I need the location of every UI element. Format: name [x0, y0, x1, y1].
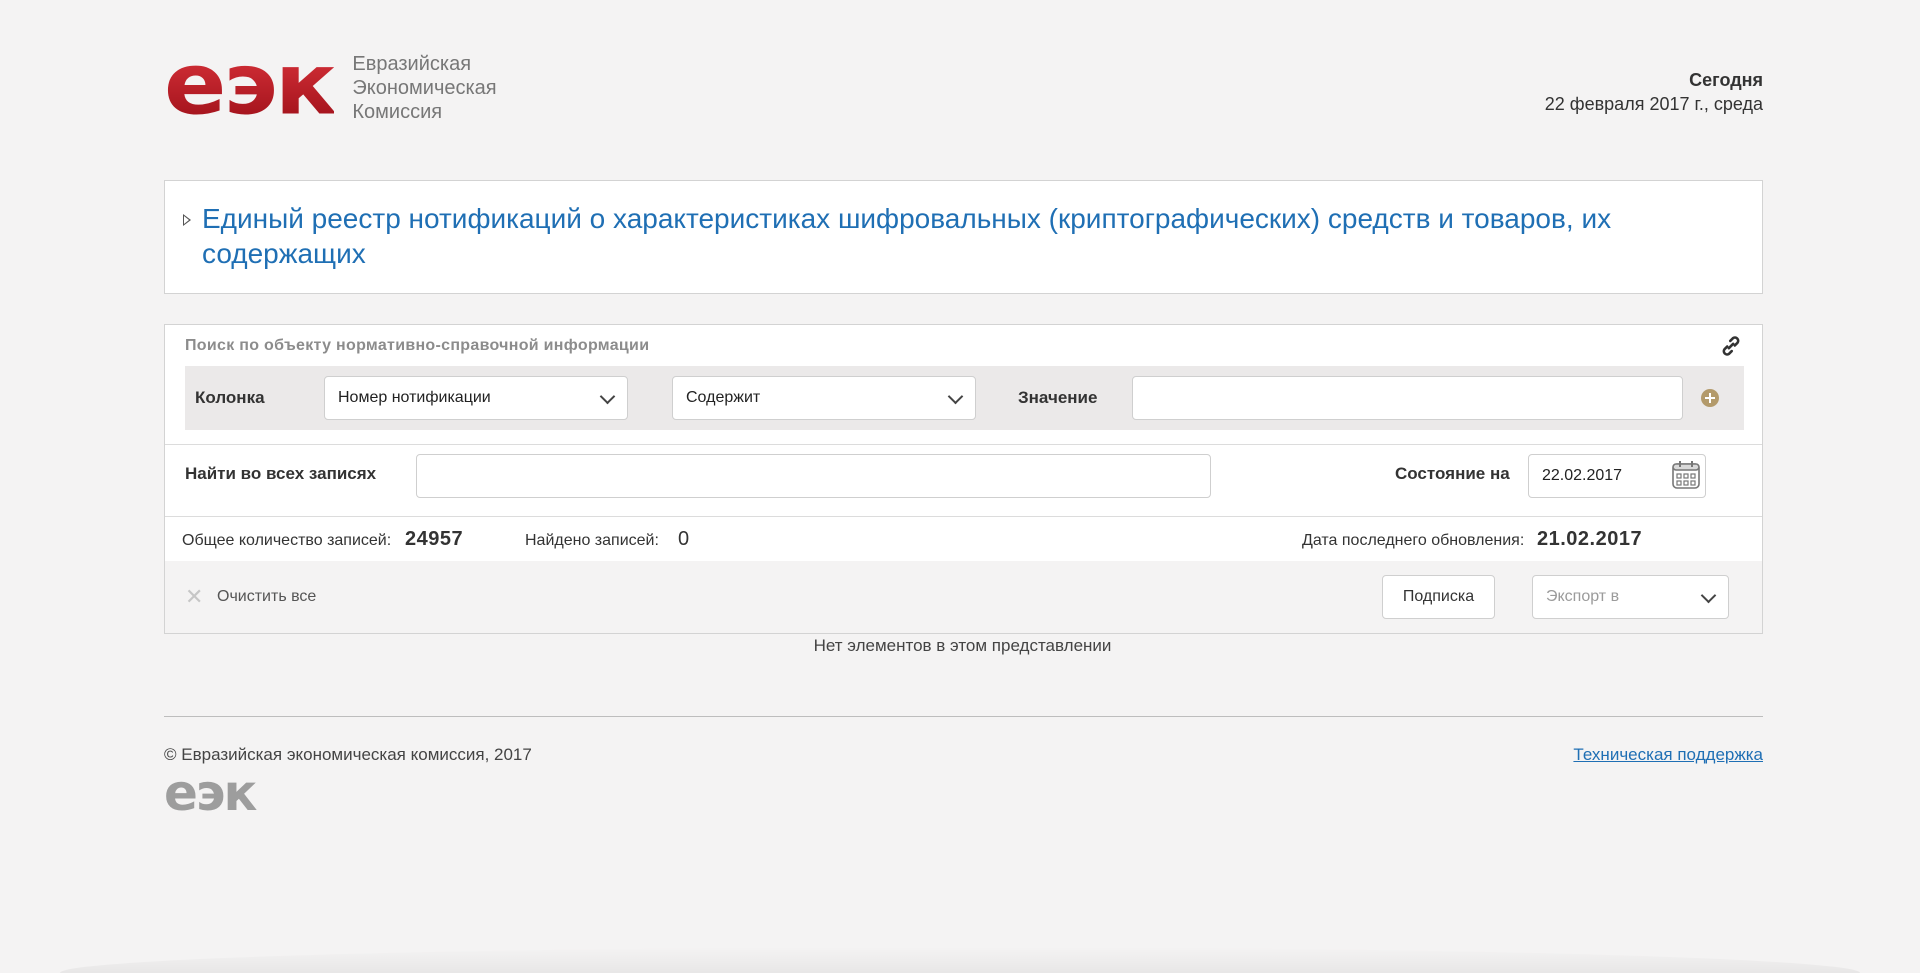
last-update-label: Дата последнего обновления:: [1302, 532, 1525, 549]
state-label: Состояние на: [1395, 464, 1510, 483]
export-select-value: Экспорт в: [1546, 588, 1620, 605]
logo-mark: еэк: [164, 35, 337, 134]
calendar-icon[interactable]: [1671, 460, 1701, 490]
chevron-down-icon: [947, 388, 964, 405]
state-date-input[interactable]: 22.02.2017: [1528, 454, 1706, 498]
column-label: Колонка: [195, 388, 265, 407]
tech-support-link[interactable]: Техническая поддержка: [1573, 745, 1763, 765]
today-label: Сегодня: [1689, 70, 1763, 90]
filter-row: Колонка Номер нотификации Содержит Значе…: [185, 366, 1744, 430]
column-select-value: Номер нотификации: [338, 389, 491, 406]
total-records-value: 24957: [405, 528, 464, 550]
condition-select-value: Содержит: [686, 389, 761, 406]
divider: [165, 444, 1762, 445]
eec-logo[interactable]: еэк Евразийская Экономическая Комиссия: [164, 35, 497, 134]
chevron-down-icon: [599, 388, 616, 405]
search-panel: Поиск по объекту нормативно-справочной и…: [164, 324, 1763, 634]
expand-arrow-icon[interactable]: [183, 214, 191, 226]
value-label: Значение: [1018, 388, 1098, 407]
logo-line-2: Экономическая: [352, 77, 497, 99]
divider: [165, 516, 1762, 517]
total-records-label: Общее количество записей:: [182, 532, 392, 549]
clear-all-label: Очистить все: [217, 588, 317, 605]
add-filter-icon[interactable]: [1701, 389, 1719, 407]
footer-logo: еэк: [164, 764, 257, 822]
page-title[interactable]: Единый реестр нотификаций о характеристи…: [202, 201, 1722, 271]
today-block: Сегодня 22 февраля 2017 г., среда: [1545, 68, 1763, 116]
registry-title-box: Единый реестр нотификаций о характеристи…: [164, 180, 1763, 294]
today-date: 22 февраля 2017 г., среда: [1544, 94, 1763, 114]
chevron-down-icon: [1700, 587, 1717, 604]
export-select[interactable]: Экспорт в: [1532, 575, 1729, 619]
state-date-value: 22.02.2017: [1542, 467, 1623, 484]
find-all-input[interactable]: [416, 454, 1211, 498]
column-select[interactable]: Номер нотификации: [324, 376, 628, 420]
condition-select[interactable]: Содержит: [672, 376, 976, 420]
footer-divider: [164, 716, 1763, 717]
actions-bar: ✕ Очистить все Подписка Экспорт в: [165, 561, 1762, 633]
found-records-value: 0: [678, 528, 690, 550]
clear-all-button[interactable]: ✕ Очистить все: [185, 584, 317, 609]
value-input[interactable]: [1132, 376, 1683, 420]
copyright: © Евразийская экономическая комиссия, 20…: [164, 745, 532, 764]
empty-message: Нет элементов в этом представлении: [813, 636, 1112, 655]
link-icon[interactable]: [1718, 333, 1744, 359]
last-update-value: 21.02.2017: [1537, 528, 1643, 550]
search-heading: Поиск по объекту нормативно-справочной и…: [185, 337, 650, 354]
find-all-label: Найти во всех записях: [185, 464, 377, 483]
bottom-shadow: [60, 947, 1860, 973]
logo-text: Евразийская Экономическая Комиссия: [352, 52, 496, 124]
logo-line-3: Комиссия: [352, 101, 443, 123]
found-records-label: Найдено записей:: [525, 532, 659, 549]
close-icon: ✕: [185, 584, 204, 609]
logo-line-1: Евразийская: [352, 53, 472, 75]
subscribe-button[interactable]: Подписка: [1382, 575, 1495, 619]
